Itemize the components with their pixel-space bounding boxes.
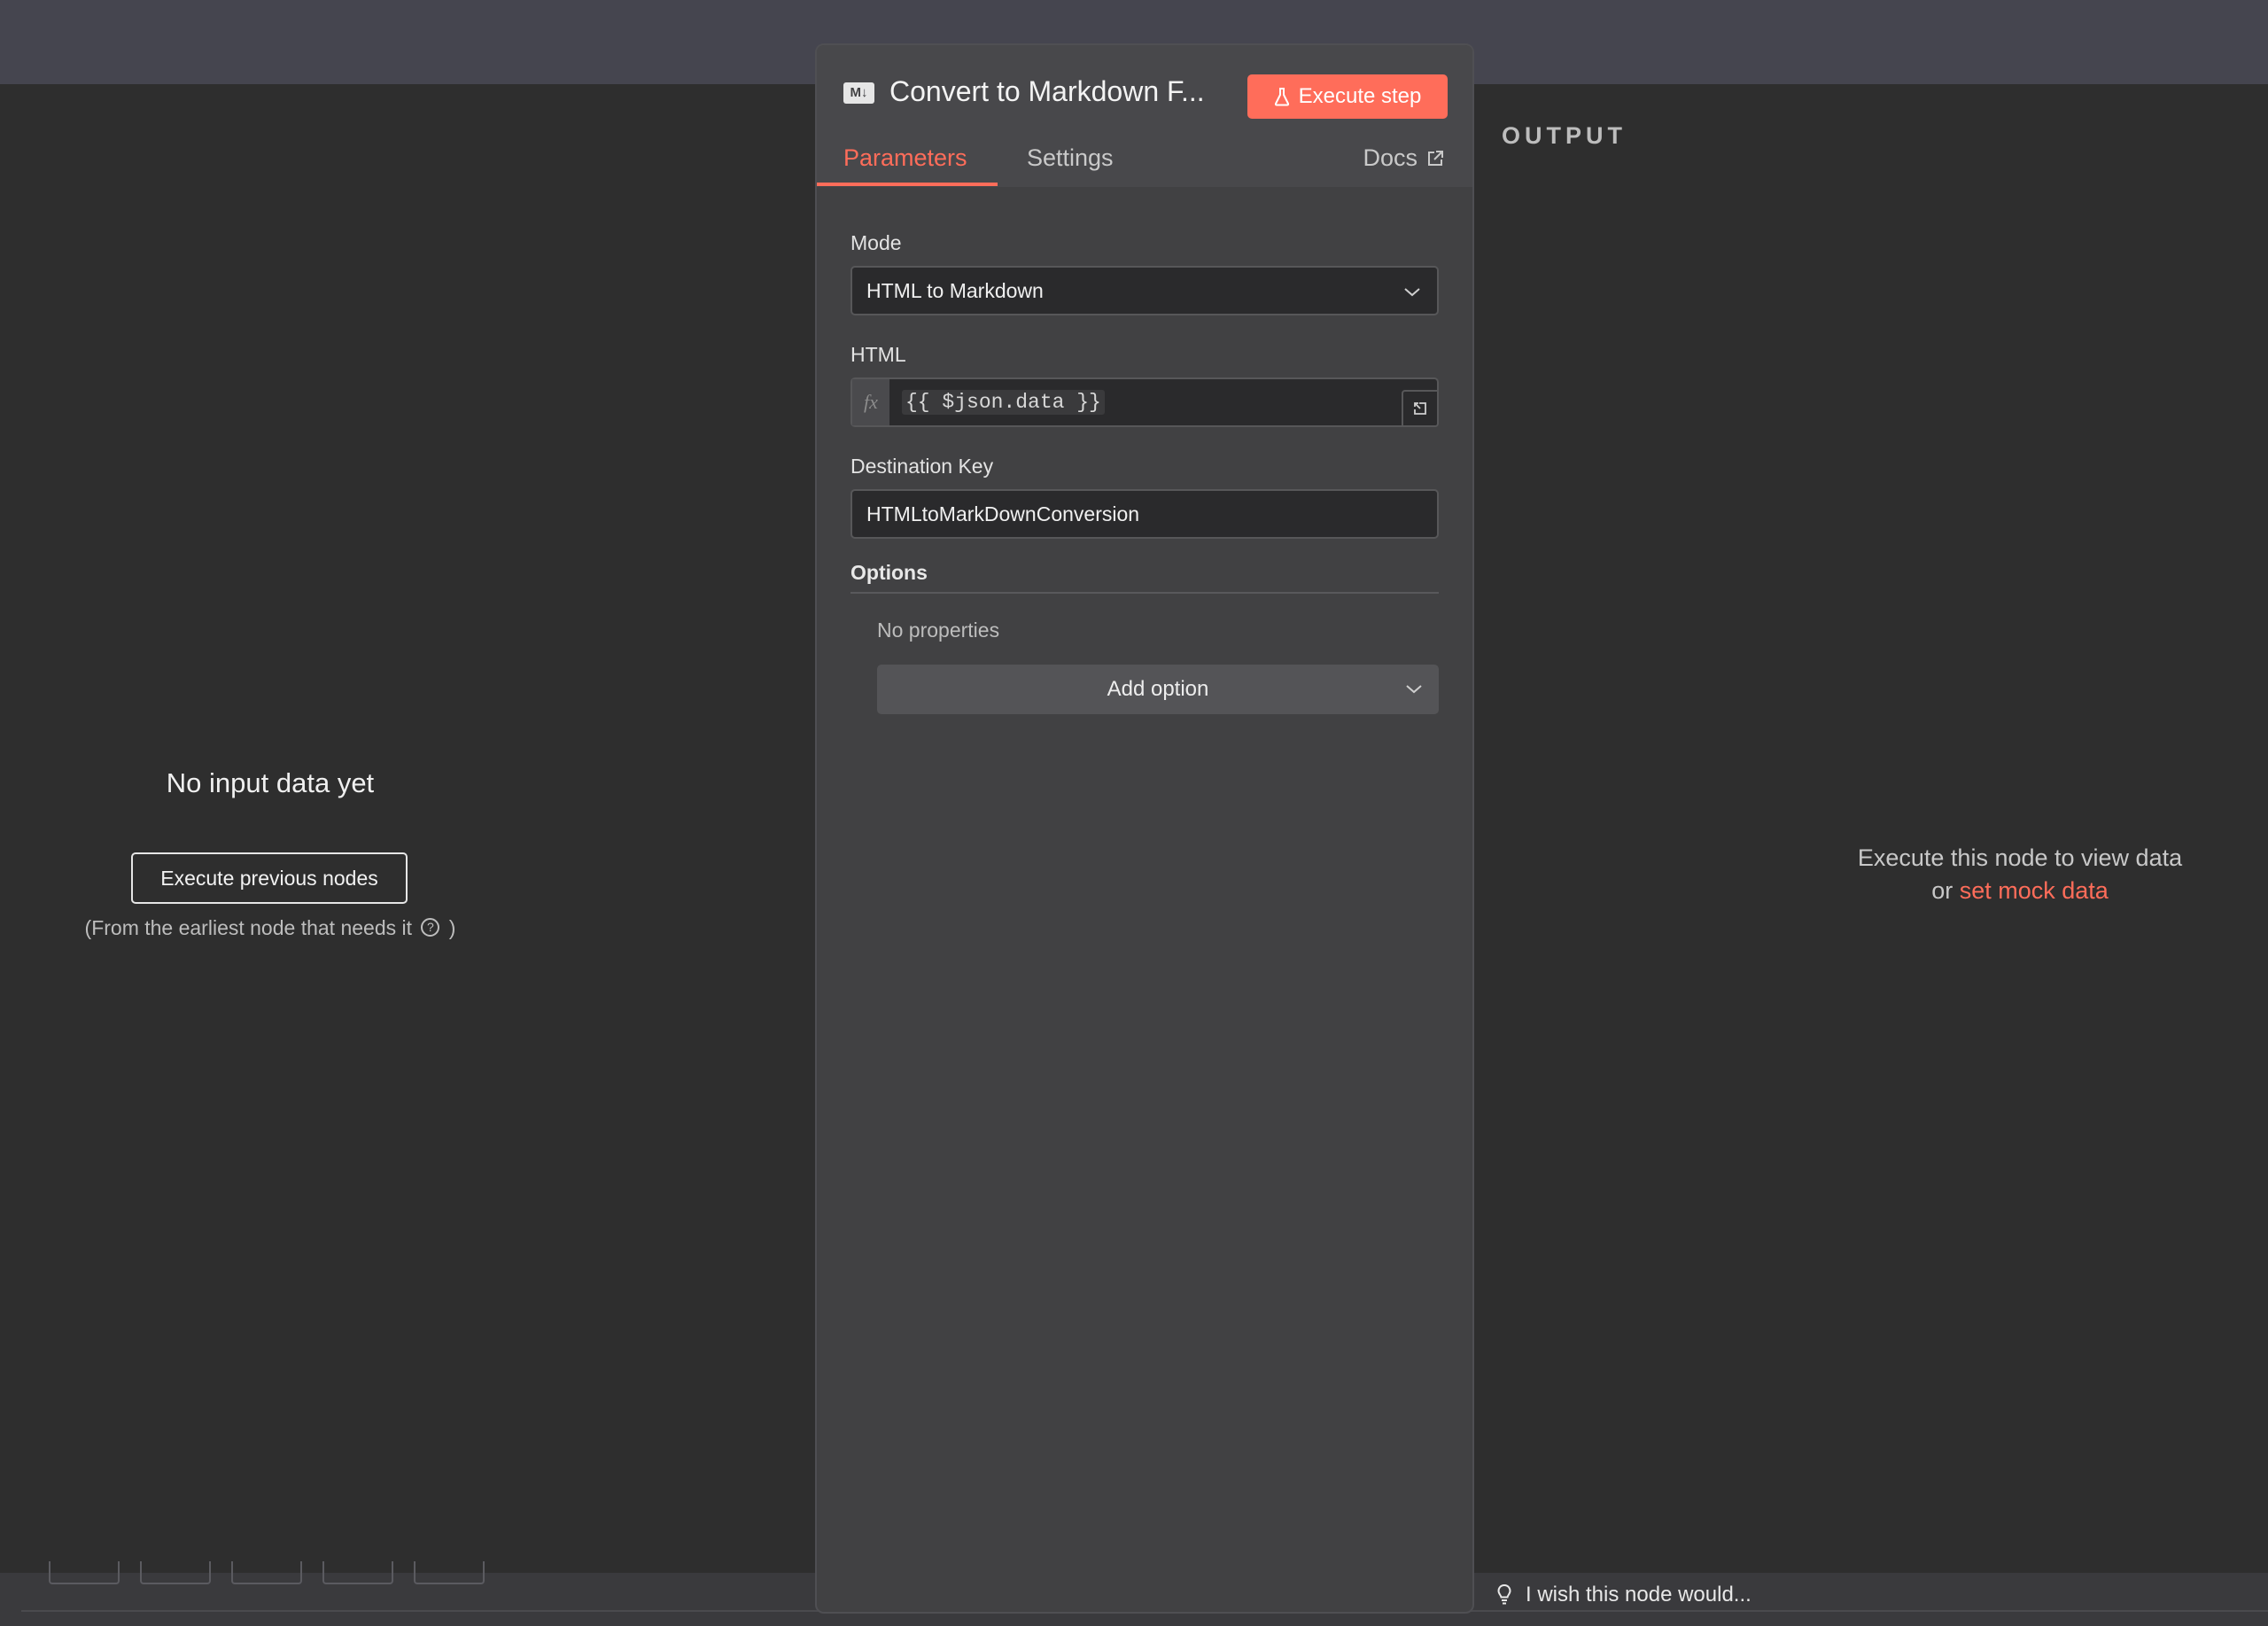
markdown-icon: M↓ — [843, 82, 874, 104]
expand-icon — [1414, 402, 1426, 415]
open-expression-editor-button[interactable] — [1402, 390, 1439, 427]
earliest-node-note: (From the earliest node that needs it ? … — [0, 916, 540, 940]
output-label: OUTPUT — [1502, 122, 1627, 149]
no-properties-text: No properties — [877, 619, 1000, 642]
options-divider — [850, 592, 1439, 594]
active-tab-indicator — [817, 183, 998, 186]
mode-label: Mode — [850, 231, 902, 254]
docs-label: Docs — [1363, 144, 1418, 171]
options-title: Options — [850, 561, 928, 584]
panel-header: M↓ Convert to Markdown F... Execute step… — [817, 45, 1472, 187]
input-pane — [0, 84, 815, 1573]
node-settings-panel: M↓ Convert to Markdown F... Execute step… — [815, 43, 1474, 1614]
help-icon[interactable]: ? — [421, 918, 440, 937]
tab-parameters[interactable]: Parameters — [843, 144, 967, 172]
execute-previous-nodes-button[interactable]: Execute previous nodes — [131, 852, 408, 904]
html-label: HTML — [850, 343, 906, 366]
docs-link[interactable]: Docs — [1363, 144, 1444, 172]
destination-key-value: HTMLtoMarkDownConversion — [866, 502, 1140, 525]
chevron-down-icon — [1406, 685, 1422, 694]
mode-value: HTML to Markdown — [866, 278, 1044, 302]
html-expression-value: {{ $json.data }} — [902, 390, 1105, 415]
earliest-node-note-text: (From the earliest node that needs it — [84, 916, 413, 939]
canvas-control-button[interactable] — [231, 1561, 302, 1584]
feedback-text: I wish this node would... — [1526, 1583, 1751, 1607]
output-message-line: Execute this node to view data — [1857, 844, 2183, 871]
set-mock-data-link[interactable]: set mock data — [1960, 877, 2109, 904]
add-option-label: Add option — [1107, 677, 1209, 701]
destination-key-input[interactable]: HTMLtoMarkDownConversion — [850, 489, 1439, 539]
flask-icon — [1274, 88, 1289, 106]
fx-icon: fx — [852, 379, 889, 425]
html-expression-input[interactable]: fx {{ $json.data }} — [850, 377, 1439, 427]
execute-step-label: Execute step — [1298, 84, 1422, 108]
output-pane — [1474, 84, 2268, 1573]
canvas-control-button[interactable] — [140, 1561, 211, 1584]
chevron-down-icon — [1404, 288, 1420, 297]
node-title[interactable]: Convert to Markdown F... — [889, 75, 1205, 108]
output-empty-message: Execute this node to view data or set mo… — [1736, 842, 2268, 907]
lightbulb-icon — [1497, 1583, 1511, 1605]
external-link-icon — [1428, 150, 1443, 166]
output-message-or: or — [1931, 877, 1953, 904]
no-input-title: No input data yet — [166, 767, 375, 798]
canvas-control-button[interactable] — [414, 1561, 485, 1584]
node-feedback[interactable]: I wish this node would... — [1497, 1583, 1751, 1607]
execute-step-button[interactable]: Execute step — [1247, 74, 1448, 119]
canvas-control-button[interactable] — [49, 1561, 120, 1584]
mode-select[interactable]: HTML to Markdown — [850, 266, 1439, 315]
tab-settings[interactable]: Settings — [1027, 144, 1114, 172]
earliest-node-note-close: ) — [448, 916, 456, 939]
add-option-button[interactable]: Add option — [877, 665, 1439, 714]
canvas-control-button[interactable] — [322, 1561, 393, 1584]
destination-key-label: Destination Key — [850, 455, 994, 478]
